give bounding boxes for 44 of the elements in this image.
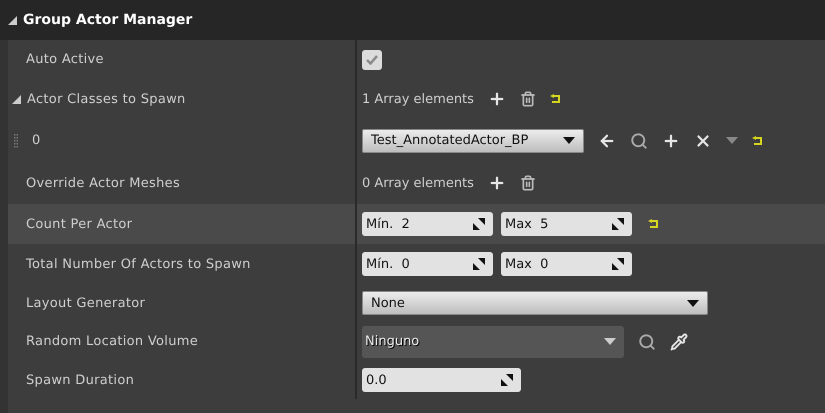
property-label: Auto Active <box>26 52 104 67</box>
property-label: Random Location Volume <box>26 334 198 349</box>
property-label: Total Number Of Actors to Spawn <box>26 256 251 272</box>
drag-value-icon[interactable] <box>473 258 485 270</box>
reset-arrow-icon[interactable] <box>550 94 561 104</box>
min-field[interactable]: Mín. 2 <box>362 212 493 236</box>
min-field[interactable]: Mín. 0 <box>362 252 493 276</box>
category-title: Group Actor Manager <box>23 12 192 28</box>
expand-arrow-icon[interactable] <box>12 94 21 104</box>
search-icon[interactable] <box>638 332 656 350</box>
property-label: Spawn Duration <box>26 372 134 388</box>
property-label: Actor Classes to Spawn <box>27 92 186 106</box>
asset-dropdown[interactable]: Ninguno <box>362 326 624 358</box>
checkbox[interactable] <box>362 50 382 70</box>
add-icon[interactable] <box>488 174 506 192</box>
category-header[interactable]: Group Actor Manager <box>0 0 825 40</box>
layout-dropdown[interactable]: None <box>362 291 708 315</box>
drag-handle-icon[interactable] <box>14 134 18 148</box>
caret-icon[interactable] <box>687 300 699 306</box>
search-icon[interactable] <box>630 132 648 150</box>
class-dropdown[interactable]: Test_AnnotatedActor_BP <box>362 128 584 152</box>
checkmark-icon <box>366 54 378 64</box>
max-field[interactable]: Max 0 <box>501 252 632 276</box>
drag-value-icon[interactable] <box>473 218 485 230</box>
trash-icon[interactable] <box>520 175 536 191</box>
property-label: Layout Generator <box>26 296 146 310</box>
reset-arrow-icon[interactable] <box>752 136 763 146</box>
drag-value-icon[interactable] <box>612 258 624 270</box>
eyedropper-icon[interactable] <box>670 332 688 350</box>
drag-value-icon[interactable] <box>501 374 513 386</box>
array-count: 1 Array elements <box>362 92 474 106</box>
property-label: Count Per Actor <box>26 216 132 232</box>
number-field[interactable]: 0.0 <box>362 368 521 392</box>
add-icon[interactable] <box>488 90 506 108</box>
reset-arrow-icon[interactable] <box>648 219 659 229</box>
max-field[interactable]: Max 5 <box>501 212 632 236</box>
caret-icon[interactable] <box>563 137 575 144</box>
collapse-arrow-icon[interactable] <box>8 16 17 24</box>
add-icon[interactable] <box>662 132 680 150</box>
array-count: 0 Array elements <box>362 176 474 190</box>
drag-value-icon[interactable] <box>612 218 624 230</box>
trash-icon[interactable] <box>520 91 536 107</box>
property-label: Override Actor Meshes <box>26 176 180 190</box>
property-label: 0 <box>32 133 41 148</box>
